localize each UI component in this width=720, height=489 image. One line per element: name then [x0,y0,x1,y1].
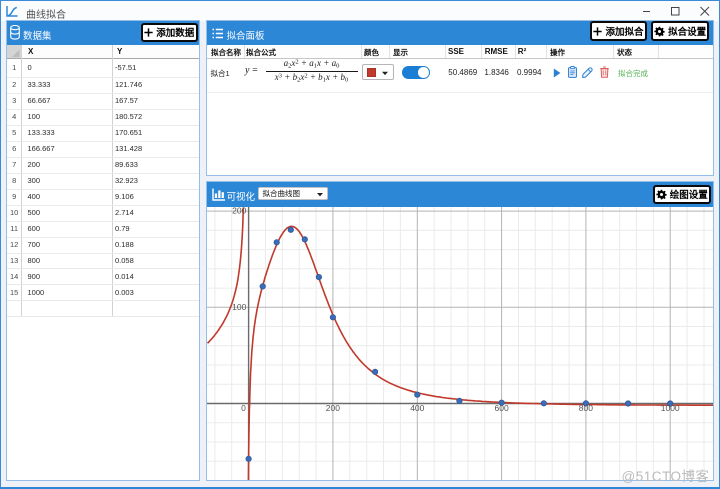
svg-text:600: 600 [495,403,509,413]
svg-text:800: 800 [579,403,593,413]
svg-text:100: 100 [232,302,246,312]
svg-text:1000: 1000 [661,403,680,413]
svg-text:0: 0 [241,403,246,413]
svg-text:200: 200 [326,403,340,413]
svg-text:400: 400 [410,403,424,413]
svg-text:200: 200 [232,207,246,216]
